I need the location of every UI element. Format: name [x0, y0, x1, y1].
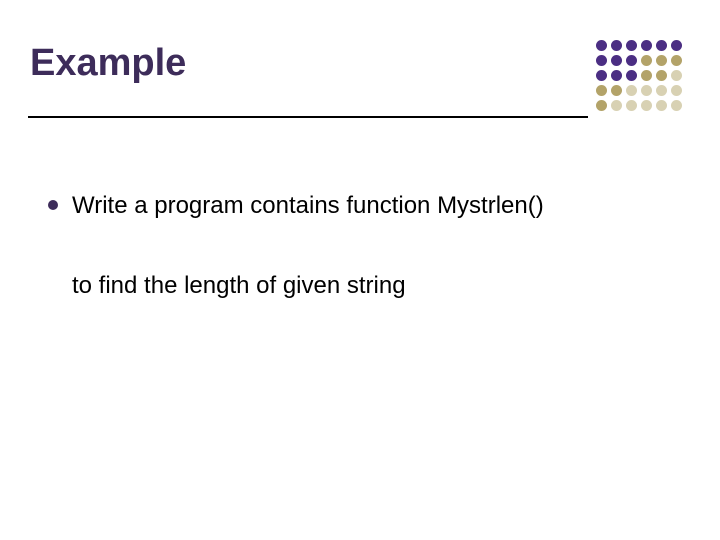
grid-dot	[671, 55, 682, 66]
grid-dot	[656, 70, 667, 81]
grid-dot	[656, 55, 667, 66]
grid-dot	[641, 70, 652, 81]
bullet-icon	[48, 200, 58, 210]
decorative-dot-grid	[592, 40, 682, 115]
grid-dot	[611, 55, 622, 66]
grid-dot	[596, 70, 607, 81]
grid-dot	[596, 100, 607, 111]
grid-dot	[596, 85, 607, 96]
grid-dot	[641, 100, 652, 111]
grid-dot	[626, 40, 637, 51]
bullet-item: Write a program contains function Mystrl…	[48, 190, 682, 222]
grid-dot	[611, 100, 622, 111]
grid-dot	[656, 100, 667, 111]
slide-body: Write a program contains function Mystrl…	[28, 120, 692, 303]
grid-dot	[626, 100, 637, 111]
grid-dot	[671, 40, 682, 51]
title-row: Example	[28, 40, 692, 120]
title-underline	[28, 116, 588, 118]
grid-dot	[671, 100, 682, 111]
grid-dot	[611, 85, 622, 96]
grid-dot	[596, 40, 607, 51]
grid-dot	[626, 55, 637, 66]
grid-dot	[641, 55, 652, 66]
grid-dot	[596, 55, 607, 66]
bullet-text: Write a program contains function Mystrl…	[72, 190, 544, 222]
grid-dot	[671, 85, 682, 96]
slide: Example	[0, 0, 720, 540]
grid-dot	[611, 40, 622, 51]
grid-dot	[626, 85, 637, 96]
bullet-continuation: to find the length of given string	[72, 270, 682, 302]
grid-dot	[611, 70, 622, 81]
grid-dot	[656, 85, 667, 96]
grid-dot	[626, 70, 637, 81]
grid-dot	[656, 40, 667, 51]
grid-dot	[641, 40, 652, 51]
grid-dot	[671, 70, 682, 81]
grid-dot	[641, 85, 652, 96]
